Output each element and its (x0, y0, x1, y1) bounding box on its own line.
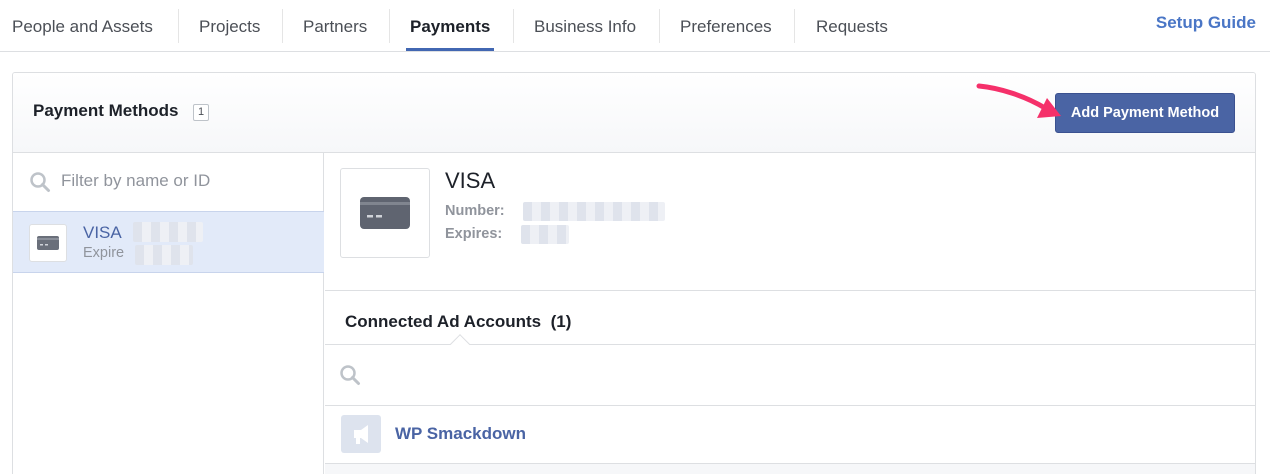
panel-header: Payment Methods 1 Add Payment Method (13, 73, 1255, 153)
list-item-title: VISA (83, 223, 122, 242)
payment-method-detail: VISA Number: Expires: Connected Ad Accou… (325, 153, 1255, 474)
add-payment-method-button[interactable]: Add Payment Method (1055, 93, 1235, 133)
tab-divider (282, 9, 283, 43)
ad-account-link[interactable]: WP Smackdown (395, 424, 526, 444)
megaphone-icon (341, 415, 381, 453)
tab-projects[interactable]: Projects (199, 0, 260, 51)
divider (325, 290, 1255, 291)
tab-payments[interactable]: Payments (405, 0, 495, 51)
credit-card-icon (340, 168, 430, 258)
panel-title: Payment Methods (33, 101, 179, 120)
filter-bar (13, 153, 324, 211)
connected-ad-accounts-heading: Connected Ad Accounts (1) (345, 312, 571, 332)
divider (325, 405, 1255, 406)
filter-input[interactable] (61, 171, 311, 191)
setup-guide-link[interactable]: Setup Guide (1156, 13, 1256, 33)
redacted-expiry (135, 245, 193, 265)
tab-divider (178, 9, 179, 43)
tab-pointer (450, 334, 470, 354)
tab-requests[interactable]: Requests (816, 0, 888, 51)
list-item-subtitle: Expire (83, 245, 125, 261)
tab-business-info[interactable]: Business Info (534, 0, 636, 51)
tab-divider (659, 9, 660, 43)
annotation-arrow-icon (976, 83, 1061, 118)
card-title: VISA (445, 168, 496, 193)
search-icon (30, 172, 50, 192)
list-footer (325, 463, 1255, 474)
list-item[interactable]: VISA Expire (13, 211, 324, 273)
count-badge: 1 (193, 104, 209, 121)
tab-divider (513, 9, 514, 43)
credit-card-icon (29, 224, 67, 262)
tab-preferences[interactable]: Preferences (680, 0, 772, 51)
payment-methods-panel: Payment Methods 1 Add Payment Method VIS… (12, 72, 1256, 474)
search-icon[interactable] (339, 364, 361, 386)
tab-partners[interactable]: Partners (303, 0, 367, 51)
tab-divider (389, 9, 390, 43)
redacted-expiry (521, 225, 569, 244)
redacted-number (523, 202, 665, 221)
redacted-number (133, 222, 203, 242)
connected-ad-accounts-title: Connected Ad Accounts (345, 312, 542, 331)
connected-ad-accounts-count: (1) (550, 312, 572, 331)
top-navigation: People and Assets Projects Partners Paym… (0, 0, 1270, 52)
expires-label: Expires: (445, 226, 503, 242)
payment-method-list: VISA Expire (13, 153, 324, 474)
tab-people-and-assets[interactable]: People and Assets (12, 0, 153, 51)
tab-divider (794, 9, 795, 43)
number-label: Number: (445, 203, 505, 219)
